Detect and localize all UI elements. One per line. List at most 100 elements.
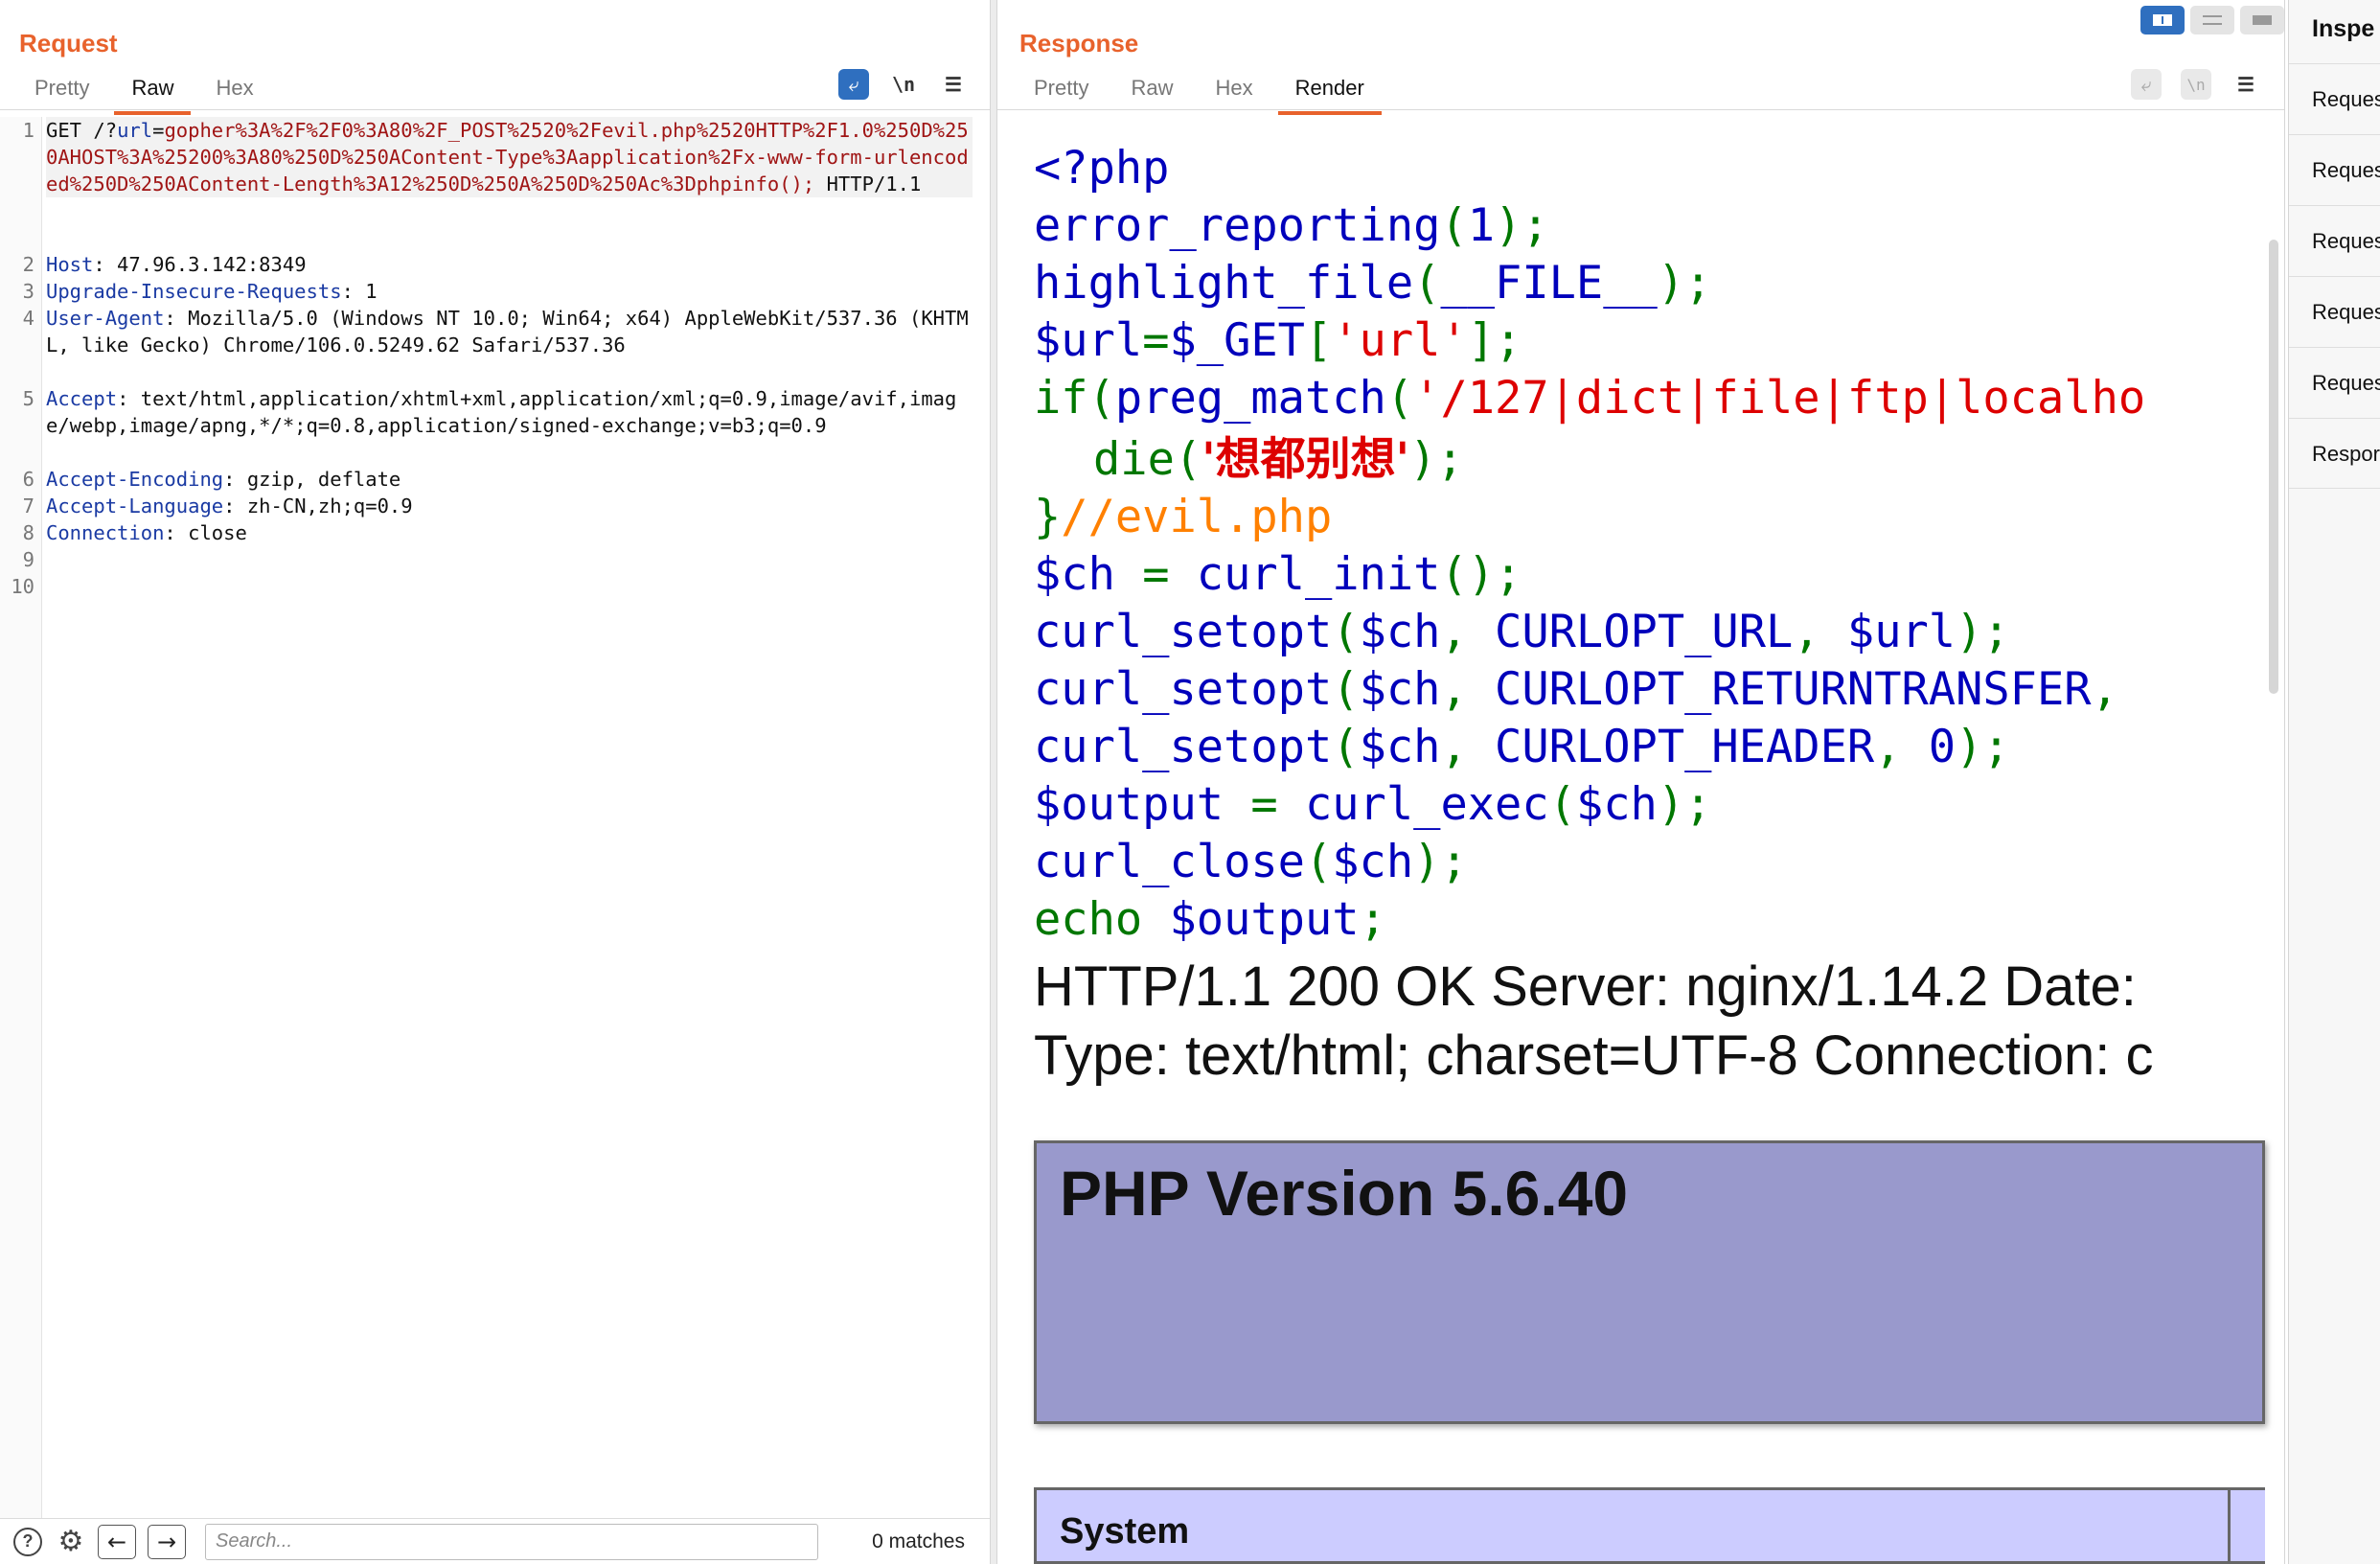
source-line: die('想都别想'); xyxy=(1093,433,1464,486)
single-pane-icon[interactable] xyxy=(2240,6,2284,34)
query-equals: = xyxy=(152,119,165,142)
system-label: System xyxy=(1060,1511,1190,1552)
response-tab-render[interactable]: Render xyxy=(1274,73,1385,115)
newline-icon[interactable]: \n xyxy=(888,69,919,100)
header-name: User-Agent xyxy=(46,307,165,330)
response-tabs-divider xyxy=(997,109,2284,110)
request-line-content[interactable]: Host: 47.96.3.142:8349 xyxy=(46,251,973,278)
request-title: Request xyxy=(19,29,118,58)
menu-icon[interactable]: ☰ xyxy=(2231,69,2261,100)
previous-arrow-icon[interactable]: ← xyxy=(98,1524,136,1559)
inspector-item-request-headers[interactable]: Reques xyxy=(2289,347,2380,418)
header-value: text/html,application/xhtml+xml,applicat… xyxy=(46,387,957,437)
newline-icon[interactable]: \n xyxy=(2181,69,2211,100)
request-line-content[interactable]: Accept-Language: zh-CN,zh;q=0.9 xyxy=(46,493,973,519)
response-pane: Response Pretty Raw Hex Render ⤶ \n ☰ <?… xyxy=(996,0,2285,1564)
http-protocol: HTTP/1.1 xyxy=(814,172,922,196)
response-tab-raw[interactable]: Raw xyxy=(1110,73,1194,109)
response-toolbar: ⤶ \n ☰ xyxy=(2131,69,2261,100)
request-line-content[interactable]: Upgrade-Insecure-Requests: 1 xyxy=(46,278,973,305)
inspector-pane: Inspe Reques Reques Reques Reques Reques… xyxy=(2288,0,2380,1564)
inspector-item-request-attributes[interactable]: Reques xyxy=(2289,63,2380,134)
request-pane: Request Pretty Raw Hex ⤶ \n ☰ 1 GET /?ur… xyxy=(0,0,991,1564)
line-number: 9 xyxy=(22,548,34,571)
query-param-name: url xyxy=(117,119,153,142)
column-separator xyxy=(2228,1490,2231,1561)
request-tab-hex[interactable]: Hex xyxy=(195,73,274,109)
split-horizontal-icon[interactable] xyxy=(2140,6,2185,34)
line-number: 7 xyxy=(22,494,34,518)
header-name: Connection xyxy=(46,521,165,544)
response-tab-hex[interactable]: Hex xyxy=(1194,73,1273,109)
request-tabs: Pretty Raw Hex xyxy=(13,73,275,115)
header-name: Upgrade-Insecure-Requests xyxy=(46,280,342,303)
http-response-line-2: Type: text/html; charset=UTF-8 Connectio… xyxy=(1034,1024,2154,1087)
rendered-page: <?php error_reporting(1); highlight_file… xyxy=(1034,140,2265,1564)
header-name: Accept-Encoding xyxy=(46,468,224,491)
line-number: 1 xyxy=(22,119,34,142)
inspector-item-request-body[interactable]: Reques xyxy=(2289,205,2380,276)
php-version-title: PHP Version 5.6.40 xyxy=(1060,1158,1629,1229)
header-value: gzip, deflate xyxy=(235,468,401,491)
render-scrollbar[interactable] xyxy=(2269,240,2278,694)
search-input[interactable] xyxy=(205,1523,818,1560)
next-arrow-icon[interactable]: → xyxy=(148,1524,186,1559)
help-icon[interactable]: ? xyxy=(13,1527,42,1556)
line-number: 10 xyxy=(11,575,34,598)
wrap-lines-icon[interactable]: ⤶ xyxy=(838,69,869,100)
source-line: $output = curl_exec($ch); xyxy=(1034,778,1712,831)
line-number: 3 xyxy=(22,280,34,303)
line-number: 4 xyxy=(22,307,34,330)
source-line: $url=$_GET['url']; xyxy=(1034,314,1522,367)
source-line: echo $output; xyxy=(1034,893,1386,946)
http-method: GET /? xyxy=(46,119,118,142)
source-line: if(preg_match('/127|dict|file|ftp|localh… xyxy=(1034,372,2146,425)
split-vertical-icon[interactable] xyxy=(2190,6,2234,34)
source-line: curl_close($ch); xyxy=(1034,836,1468,888)
response-title: Response xyxy=(1019,29,1139,58)
http-response-line-1: HTTP/1.1 200 OK Server: nginx/1.14.2 Dat… xyxy=(1034,955,2137,1018)
render-view[interactable]: <?php error_reporting(1); highlight_file… xyxy=(997,117,2284,1564)
request-editor[interactable]: 1 GET /?url=gopher%3A%2F%2F0%3A80%2F_POS… xyxy=(0,117,990,1518)
line-number: 2 xyxy=(22,253,34,276)
request-search-bar: ? ⚙ ← → 0 matches xyxy=(0,1518,990,1564)
request-line-content[interactable]: Accept: text/html,application/xhtml+xml,… xyxy=(46,385,973,439)
request-line-content[interactable]: Connection: close xyxy=(46,519,973,546)
menu-icon[interactable]: ☰ xyxy=(938,69,969,100)
source-line: error_reporting(1); xyxy=(1034,199,1549,252)
header-value: zh-CN,zh;q=0.9 xyxy=(235,494,413,518)
line-number: 8 xyxy=(22,521,34,544)
phpinfo-system-row: System xyxy=(1034,1487,2265,1564)
line-number: 6 xyxy=(22,468,34,491)
inspector-item-response-headers[interactable]: Respor xyxy=(2289,418,2380,489)
inspector-item-request-cookies[interactable]: Reques xyxy=(2289,276,2380,347)
header-name: Host xyxy=(46,253,94,276)
settings-icon[interactable]: ⚙ xyxy=(56,1525,86,1558)
request-tab-pretty[interactable]: Pretty xyxy=(13,73,110,109)
request-line-content[interactable]: GET /?url=gopher%3A%2F%2F0%3A80%2F_POST%… xyxy=(46,117,973,197)
header-value: Mozilla/5.0 (Windows NT 10.0; Win64; x64… xyxy=(46,307,969,356)
header-name: Accept-Language xyxy=(46,494,224,518)
search-match-count: 0 matches xyxy=(872,1530,965,1552)
request-line-content[interactable]: Accept-Encoding: gzip, deflate xyxy=(46,466,973,493)
header-value: 47.96.3.142:8349 xyxy=(104,253,307,276)
header-name: Accept xyxy=(46,387,118,410)
response-tab-pretty[interactable]: Pretty xyxy=(1013,73,1110,109)
source-line: $ch = curl_init(); xyxy=(1034,548,1522,601)
inspector-title: Inspe xyxy=(2312,15,2375,42)
layout-toggle xyxy=(2140,6,2284,34)
request-tab-raw[interactable]: Raw xyxy=(110,73,195,115)
source-line: curl_setopt($ch, CURLOPT_HEADER, 0); xyxy=(1034,721,2010,773)
source-line: }//evil.php xyxy=(1034,491,1333,543)
source-line: curl_setopt($ch, CURLOPT_RETURNTRANSFER, xyxy=(1034,663,2118,716)
source-line: highlight_file(__FILE__); xyxy=(1034,257,1712,310)
header-value: 1 xyxy=(353,280,378,303)
request-line-content[interactable]: User-Agent: Mozilla/5.0 (Windows NT 10.0… xyxy=(46,305,973,358)
request-tabs-divider xyxy=(0,109,990,110)
line-number: 5 xyxy=(22,387,34,410)
source-line: <?php xyxy=(1034,142,1170,195)
header-value: close xyxy=(175,521,247,544)
response-tabs: Pretty Raw Hex Render xyxy=(1013,73,1385,115)
wrap-lines-icon[interactable]: ⤶ xyxy=(2131,69,2162,100)
inspector-item-request-query[interactable]: Reques xyxy=(2289,134,2380,205)
